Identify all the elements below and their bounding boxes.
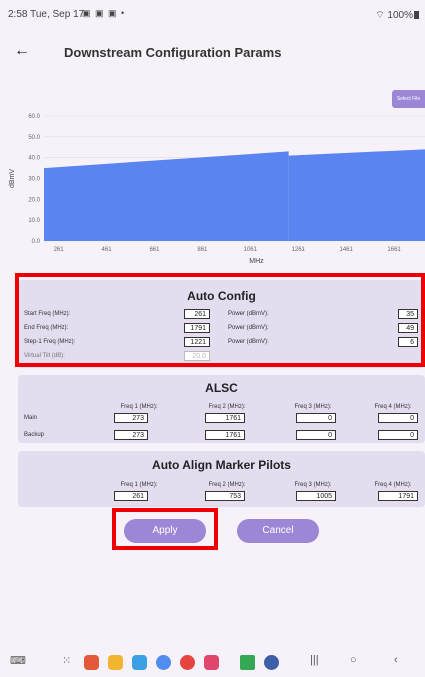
step-freq-label: Step-1 Freq (MHz):: [24, 339, 76, 345]
status-bar: 2:58 Tue, Sep 17 ▣ ▣ ▣ • ⌔ 100%: [0, 0, 425, 28]
alsc-main-freq-3[interactable]: 0: [296, 413, 336, 423]
pilot-freq-3[interactable]: 1005: [296, 491, 336, 501]
app-drawer-icon[interactable]: ⁙: [62, 654, 71, 667]
pilots-header-3: Freq 3 (MHz):: [294, 482, 332, 488]
battery-icon: [414, 11, 419, 20]
pilot-freq-2[interactable]: 753: [205, 491, 245, 501]
end-freq-label: End Freq (MHz):: [24, 325, 69, 331]
notification-icons: ▣ ▣ ▣ •: [82, 8, 126, 18]
app-icon-yellow[interactable]: [108, 655, 123, 670]
y-tick-label: 20.0: [28, 197, 40, 203]
y-tick-label: 60.0: [28, 114, 40, 120]
nav-bar: ⌨ ⁙ ||| ○ ‹: [0, 650, 425, 677]
pilots-panel: Auto Align Marker Pilots Freq 1 (MHz): F…: [18, 451, 425, 507]
auto-config-title: Auto Config: [187, 289, 256, 303]
chrome-icon[interactable]: [180, 655, 195, 670]
alsc-backup-freq-1[interactable]: 273: [114, 430, 148, 440]
end-freq-input[interactable]: 1791: [184, 323, 210, 333]
recents-icon[interactable]: |||: [310, 654, 319, 666]
battery-percent: 100%: [387, 10, 413, 21]
power-2-label: Power (dBmV):: [228, 325, 269, 331]
alsc-panel: ALSC Freq 1 (MHz): Freq 2 (MHz): Freq 3 …: [18, 375, 425, 443]
alsc-main-freq-1[interactable]: 273: [114, 413, 148, 423]
x-tick-label: 1061: [244, 247, 258, 253]
y-axis-label: dBmV: [9, 169, 16, 188]
start-freq-label: Start Freq (MHz):: [24, 311, 71, 317]
auto-config-panel: Auto Config Start Freq (MHz): End Freq (…: [18, 280, 425, 368]
x-tick-label: 1461: [339, 247, 353, 253]
alsc-backup-freq-3[interactable]: 0: [296, 430, 336, 440]
area-segment-1: [44, 151, 289, 241]
alsc-header-3: Freq 3 (MHz):: [294, 404, 332, 410]
pilot-freq-4[interactable]: 1791: [378, 491, 418, 501]
y-tick-label: 0.0: [32, 239, 41, 245]
wifi-icon: ⌔: [375, 10, 385, 21]
clock: 2:58: [8, 9, 28, 20]
pilots-header-1: Freq 1 (MHz):: [120, 482, 158, 488]
virtual-tilt-label: Virtual Tilt (dB):: [24, 353, 65, 359]
alsc-main-freq-4[interactable]: 0: [378, 413, 418, 423]
x-tick-label: 861: [197, 247, 208, 253]
x-tick-label: 1661: [387, 247, 401, 253]
y-tick-label: 30.0: [28, 177, 40, 183]
y-tick-label: 10.0: [28, 218, 40, 224]
y-tick-label: 50.0: [28, 135, 40, 141]
alsc-backup-label: Backup: [24, 432, 45, 438]
power-1-input[interactable]: 35: [398, 309, 418, 319]
chat-app-icon[interactable]: [156, 655, 171, 670]
x-axis-label: MHz: [249, 258, 264, 265]
app-bar: ← Downstream Configuration Params: [0, 36, 425, 70]
date: Tue, Sep 17: [30, 9, 85, 20]
app-icon-red[interactable]: [84, 655, 99, 670]
alsc-title: ALSC: [205, 381, 238, 395]
start-freq-input[interactable]: 261: [184, 309, 210, 319]
pilots-header-4: Freq 4 (MHz):: [374, 482, 412, 488]
spectrum-chart: 0.0 10.0 20.0 30.0 40.0 50.0 60.0 261 461 661 861 1…: [0, 108, 425, 270]
settings-icon[interactable]: [264, 655, 279, 670]
alsc-backup-freq-2[interactable]: 1761: [205, 430, 245, 440]
page-title: Downstream Configuration Params: [64, 45, 282, 60]
alsc-header-1: Freq 1 (MHz):: [120, 404, 158, 410]
nav-back-icon[interactable]: ‹: [394, 654, 398, 666]
step-freq-input[interactable]: 1221: [184, 337, 210, 347]
x-tick-label: 261: [54, 247, 65, 253]
power-2-input[interactable]: 49: [398, 323, 418, 333]
virtual-tilt-input[interactable]: 20.0: [184, 351, 210, 361]
back-arrow-icon[interactable]: ←: [14, 42, 30, 60]
apply-button[interactable]: Apply: [124, 519, 206, 543]
alsc-main-freq-2[interactable]: 1761: [205, 413, 245, 423]
pilot-freq-1[interactable]: 261: [114, 491, 148, 501]
select-file-button[interactable]: Select File: [392, 90, 425, 108]
alsc-header-2: Freq 2 (MHz):: [208, 404, 246, 410]
app-icon-pink[interactable]: [204, 655, 219, 670]
x-tick-label: 1261: [292, 247, 306, 253]
power-3-label: Power (dBmV):: [228, 339, 269, 345]
home-icon[interactable]: ○: [350, 654, 357, 666]
alsc-main-label: Main: [24, 415, 38, 421]
chart-svg: 0.0 10.0 20.0 30.0 40.0 50.0 60.0 261 461 661 861 1…: [9, 114, 425, 265]
alsc-header-4: Freq 4 (MHz):: [374, 404, 412, 410]
status-time: 2:58 Tue, Sep 17: [8, 9, 84, 20]
keyboard-icon[interactable]: ⌨: [10, 654, 26, 667]
alsc-backup-freq-4[interactable]: 0: [378, 430, 418, 440]
power-1-label: Power (dBmV):: [228, 311, 269, 317]
calendar-app-icon[interactable]: [132, 655, 147, 670]
x-tick-label: 661: [149, 247, 160, 253]
y-tick-label: 40.0: [28, 156, 40, 162]
pilots-header-2: Freq 2 (MHz):: [208, 482, 246, 488]
cancel-button[interactable]: Cancel: [237, 519, 319, 543]
pilots-title: Auto Align Marker Pilots: [152, 458, 291, 472]
status-right: ⌔ 100%: [375, 9, 419, 22]
x-tick-label: 461: [102, 247, 113, 253]
power-3-input[interactable]: 6: [398, 337, 418, 347]
drive-icon[interactable]: [240, 655, 255, 670]
area-segment-2: [288, 149, 425, 241]
